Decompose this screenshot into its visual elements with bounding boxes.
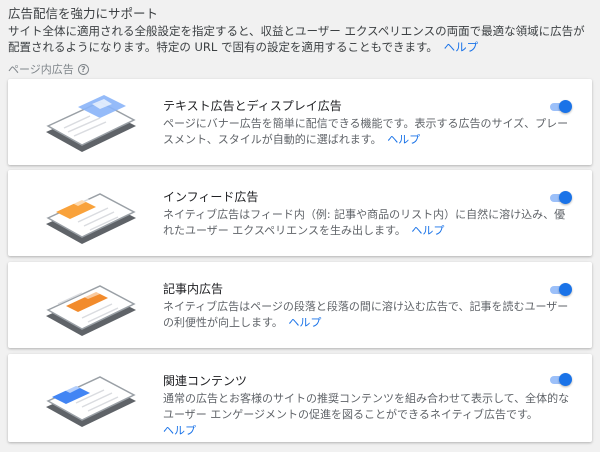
matched-content-toggle[interactable] bbox=[548, 373, 572, 386]
card-description-text: ネイティブ広告はページの段落と段落の間に溶け込む広告で、記事を読むユーザーの利便… bbox=[163, 300, 569, 329]
card-help-link[interactable]: ヘルプ bbox=[288, 316, 321, 329]
section-label-text: ページ内広告 bbox=[8, 63, 74, 76]
toggle-knob bbox=[559, 283, 572, 296]
card-description: ネイティブ広告はページの段落と段落の間に溶け込む広告で、記事を読むユーザーの利便… bbox=[163, 299, 575, 331]
card-in-feed-ads: インフィード広告 ネイティブ広告はフィード内（例: 記事や商品のリスト内）に自然… bbox=[8, 170, 592, 256]
header-help-link[interactable]: ヘルプ bbox=[444, 40, 479, 54]
card-description-text: 通常の広告とお客様のサイトの推奨コンテンツを組み合わせて表示して、全体的なユーザ… bbox=[163, 392, 570, 421]
card-title: 関連コンテンツ bbox=[163, 374, 248, 388]
card-description: ネイティブ広告はフィード内（例: 記事や商品のリスト内）に自然に溶け込み、優れた… bbox=[163, 207, 575, 239]
card-in-article-ads: 記事内広告 ネイティブ広告はページの段落と段落の間に溶け込む広告で、記事を読むユ… bbox=[8, 262, 592, 348]
card-description-text: ページにバナー広告を簡単に配信できる機能です。表示する広告のサイズ、プレースメン… bbox=[163, 117, 569, 146]
card-matched-content: 関連コンテンツ 通常の広告とお客様のサイトの推奨コンテンツを組み合わせて表示して… bbox=[8, 354, 592, 442]
toggle-knob bbox=[559, 191, 572, 204]
text-display-ads-illustration-icon bbox=[46, 95, 136, 152]
toggle-knob bbox=[559, 373, 572, 386]
card-description: 通常の広告とお客様のサイトの推奨コンテンツを組み合わせて表示して、全体的なユーザ… bbox=[163, 391, 575, 439]
card-title: テキスト広告とディスプレイ広告 bbox=[163, 99, 342, 113]
in-article-ads-toggle[interactable] bbox=[548, 283, 572, 296]
question-circle-icon[interactable]: ? bbox=[77, 63, 89, 75]
page-header-title: 広告配信を強力にサポート bbox=[8, 6, 159, 21]
header-description-text: サイト全体に適用される全般設定を指定すると、収益とユーザー エクスペリエンスの両… bbox=[8, 24, 585, 54]
matched-content-illustration-icon bbox=[46, 376, 136, 427]
in-article-ads-illustration-icon bbox=[46, 285, 136, 336]
in-feed-ads-illustration-icon bbox=[46, 193, 136, 244]
card-help-link[interactable]: ヘルプ bbox=[163, 424, 196, 437]
card-text-display-ads: テキスト広告とディスプレイ広告 ページにバナー広告を簡単に配信できる機能です。表… bbox=[8, 79, 592, 165]
in-feed-ads-toggle[interactable] bbox=[548, 191, 572, 204]
section-label-in-page-ads: ページ内広告 ? bbox=[8, 61, 89, 77]
text-display-ads-toggle[interactable] bbox=[548, 100, 572, 113]
card-description: ページにバナー広告を簡単に配信できる機能です。表示する広告のサイズ、プレースメン… bbox=[163, 116, 575, 148]
card-description-text: ネイティブ広告はフィード内（例: 記事や商品のリスト内）に自然に溶け込み、優れた… bbox=[163, 208, 566, 237]
card-help-link[interactable]: ヘルプ bbox=[387, 133, 420, 146]
page-header-description: サイト全体に適用される全般設定を指定すると、収益とユーザー エクスペリエンスの両… bbox=[8, 23, 592, 55]
toggle-knob bbox=[559, 100, 572, 113]
card-help-link[interactable]: ヘルプ bbox=[411, 224, 444, 237]
card-title: インフィード広告 bbox=[163, 190, 259, 204]
card-title: 記事内広告 bbox=[163, 282, 224, 296]
